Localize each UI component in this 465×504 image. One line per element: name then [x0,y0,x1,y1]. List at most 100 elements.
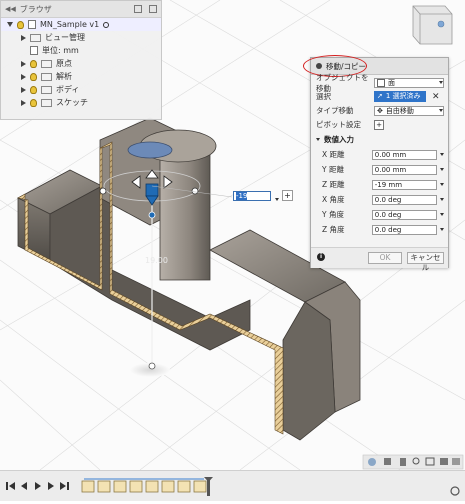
timeline-controls [6,477,460,496]
dropdown-icon[interactable] [440,198,444,201]
pivot-icon[interactable]: + [374,119,384,130]
select-value: 面 [388,78,395,87]
orbit-icon[interactable] [368,458,376,466]
move-copy-dialog: 移動/コピー オブジェクトを移動 面 選択 ➚ 1 選択済み ✕ タイプ移動 ✥… [303,55,449,272]
inline-distance-input[interactable]: -19 [233,191,271,201]
row-label: Y 距離 [322,165,344,174]
select-value: 自由移動 [385,106,414,115]
row-x-distance: X 距離 0.00 mm [316,149,444,160]
visibility-bulb-icon[interactable] [30,85,37,94]
active-radio-icon[interactable] [103,21,110,28]
row-label: Y 角度 [322,210,344,219]
navigation-bar[interactable] [362,454,464,470]
go-to-end-icon[interactable] [60,482,69,490]
expand-icon[interactable] [21,73,26,80]
cursor-icon: ➚ [377,92,383,100]
row-pivot: ピボット設定 + [316,119,444,130]
inline-options-icon[interactable]: + [282,190,293,201]
z-distance-input[interactable]: -19 mm [371,179,437,190]
row-label: X 距離 [322,150,345,159]
x-distance-input[interactable]: 0.00 mm [371,149,437,160]
expand-icon[interactable] [21,34,26,41]
row-y-angle: Y 角度 0.0 deg [316,209,444,220]
visibility-bulb-icon[interactable] [17,20,24,29]
tree-item-bodies[interactable]: ボディ [1,83,161,96]
tree-item-analysis[interactable]: 解析 [1,70,161,83]
play-icon[interactable] [35,482,41,490]
section-numeric-input[interactable]: 数値入力 [316,134,444,145]
inline-distance-value: -19 [236,192,248,200]
folder-icon [30,33,41,42]
tree-item-label: スケッチ [56,98,88,107]
expand-icon[interactable] [21,86,26,93]
ok-button[interactable]: OK [368,252,402,264]
section-expand-icon[interactable] [316,138,320,141]
step-forward-icon[interactable] [48,482,54,490]
document-icon [30,46,38,55]
dropdown-icon[interactable] [440,213,444,216]
row-label: X 角度 [322,195,345,204]
dropdown-icon[interactable] [440,168,444,171]
dropdown-icon [439,109,443,112]
selection-button[interactable]: ➚ 1 選択済み [374,91,426,102]
row-move-type: タイプ移動 ✥ 自由移動 [316,105,444,116]
x-angle-input[interactable]: 0.0 deg [371,194,437,205]
row-y-distance: Y 距離 0.00 mm [316,164,444,175]
folder-icon [41,85,52,94]
cancel-button[interactable]: キャンセル [407,252,444,272]
tree-item-label: ボディ [56,85,80,94]
row-object-to-move: オブジェクトを移動 面 [316,73,444,93]
y-distance-input[interactable]: 0.00 mm [371,164,437,175]
row-label: 選択 [316,92,331,101]
move-type-select[interactable]: ✥ 自由移動 [374,105,444,116]
row-label: ピボット設定 [316,120,361,129]
dropdown-icon[interactable] [440,228,444,231]
y-angle-input[interactable]: 0.0 deg [371,209,437,220]
tree-item-view-management[interactable]: ビュー管理 [1,31,161,44]
go-to-start-icon[interactable] [6,482,15,490]
collapse-icon[interactable]: ◀◀ [5,5,16,13]
pin-icon[interactable] [134,5,142,13]
visibility-bulb-icon[interactable] [30,98,37,107]
visibility-bulb-icon[interactable] [30,59,37,68]
folder-icon [41,59,52,68]
visibility-bulb-icon[interactable] [30,72,37,81]
document-icon [28,20,36,29]
row-label: Z 角度 [322,225,345,234]
dropdown-icon[interactable] [440,183,444,186]
face-icon [377,78,385,87]
document-name: MN_Sample v1 [40,20,100,29]
dropdown-icon[interactable] [440,153,444,156]
expand-icon[interactable] [7,22,13,27]
info-icon[interactable]: i [317,253,325,261]
row-z-angle: Z 角度 0.0 deg [316,224,444,235]
tree-item-units[interactable]: 単位: mm [1,44,161,57]
pan-icon[interactable] [384,458,391,465]
expand-panel-icon[interactable] [149,5,157,13]
model-body[interactable] [17,117,361,441]
inline-dropdown-icon[interactable] [275,194,279,204]
timeline-settings-icon[interactable] [450,486,460,496]
clear-selection-icon[interactable]: ✕ [432,92,440,102]
tree-item-sketches[interactable]: スケッチ [1,96,161,109]
timeline-bar [0,470,465,501]
browser-header[interactable]: ◀◀ ブラウザ [1,1,161,18]
expand-icon[interactable] [21,99,26,106]
section-label: 数値入力 [324,135,354,144]
step-back-icon[interactable] [21,482,27,490]
browser-title: ブラウザ [19,4,52,14]
tree-item-document[interactable]: MN_Sample v1 [1,18,161,31]
timeline-feature-icons[interactable] [81,478,207,493]
row-z-distance: Z 距離 -19 mm [316,179,444,190]
expand-icon[interactable] [21,60,26,67]
display-settings-icon[interactable] [440,458,448,465]
hand-icon[interactable] [400,458,406,466]
grid-settings-icon[interactable] [452,458,460,465]
dropdown-icon [439,81,443,84]
view-cube[interactable] [412,5,453,45]
z-angle-input[interactable]: 0.0 deg [371,224,437,235]
row-label: タイプ移動 [316,106,354,115]
object-type-select[interactable]: 面 [374,77,444,88]
tree-item-origin[interactable]: 原点 [1,57,161,70]
dimension-label: 19.00 [145,256,168,265]
